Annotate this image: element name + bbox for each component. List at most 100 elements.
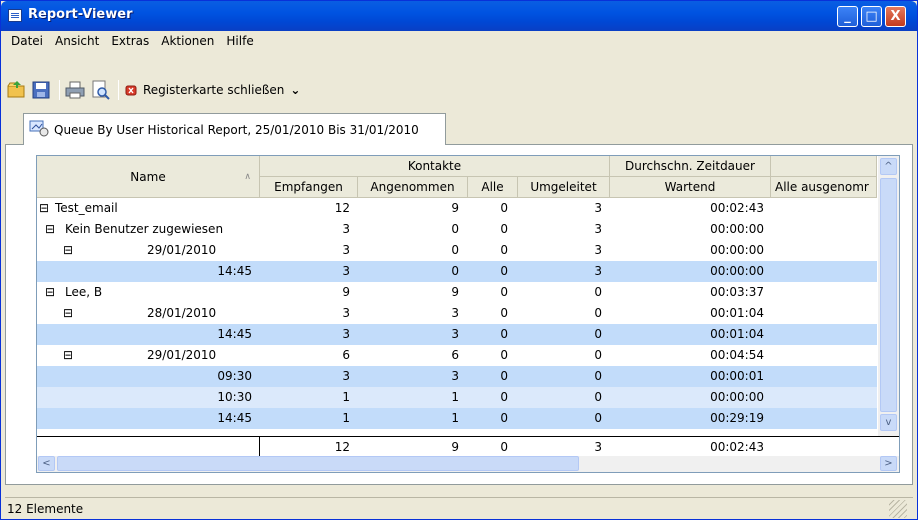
collapse-toggle-icon[interactable]: ⊟ [63,240,75,261]
cell-wartend: 00:00:00 [710,390,764,404]
cell-alle: 0 [500,222,508,236]
table-row[interactable]: ⊟ 29/01/2010 3 0 0 3 00:00:00 [37,240,877,261]
menu-datei[interactable]: Datei [5,34,49,52]
collapse-toggle-icon[interactable]: ⊟ [63,345,75,366]
total-alle: 0 [500,440,508,454]
cell-wartend: 00:00:01 [710,369,764,383]
cell-empfangen: 3 [342,264,350,278]
column-header-name[interactable]: Name ∧ [37,156,260,198]
cell-name: 14:45 [217,264,252,278]
collapse-toggle-icon[interactable]: ⊟ [45,219,57,240]
cell-angenommen: 3 [451,327,459,341]
cell-empfangen: 3 [342,306,350,320]
scroll-right-button[interactable]: > [880,456,897,471]
scroll-left-button[interactable]: < [38,456,55,471]
table-row[interactable]: ⊟ Lee, B 9 9 0 0 00:03:37 [37,282,877,303]
print-preview-icon[interactable] [89,79,111,101]
open-icon[interactable] [5,79,27,101]
horizontal-scrollbar[interactable]: < > [37,456,899,472]
table-row[interactable]: 14:45 3 3 0 0 00:01:04 [37,324,877,345]
cell-angenommen: 9 [451,285,459,299]
group-header-blank [771,156,877,177]
tab-label: Queue By User Historical Report, 25/01/2… [54,122,419,137]
save-icon[interactable] [30,79,52,101]
report-grid: Name ∧ Kontakte Durchschn. Zeitdauer Emp… [36,155,900,473]
toolbar-separator [59,80,60,100]
cell-angenommen: 9 [451,201,459,215]
menu-extras[interactable]: Extras [105,34,155,52]
scroll-down-button[interactable]: v [880,414,897,431]
title-bar[interactable]: Report-Viewer _ □ X [1,1,917,31]
cell-empfangen: 3 [342,222,350,236]
table-row[interactable]: 09:30 3 3 0 0 00:00:01 [37,366,877,387]
column-header-alle[interactable]: Alle [468,177,518,198]
total-wartend: 00:02:43 [710,440,764,454]
cell-empfangen: 1 [342,390,350,404]
minimize-button[interactable]: _ [837,6,858,27]
cell-wartend: 00:29:19 [710,411,764,425]
vertical-scroll-thumb[interactable] [880,178,897,412]
close-tab-icon[interactable] [123,79,139,101]
column-header-wartend[interactable]: Wartend [610,177,771,198]
table-row[interactable]: 14:45 1 1 0 0 00:29:19 [37,408,877,429]
cell-wartend: 00:00:00 [710,243,764,257]
menu-aktionen[interactable]: Aktionen [155,34,220,52]
cell-name: 09:30 [217,369,252,383]
table-row[interactable]: ⊟ 28/01/2010 3 3 0 0 00:01:04 [37,303,877,324]
column-header-alle-ausgenommen[interactable]: Alle ausgenomr [771,177,877,198]
tab-strip: Queue By User Historical Report, 25/01/2… [5,111,913,145]
column-header-angenommen[interactable]: Angenommen [358,177,468,198]
close-tab-button[interactable]: Registerkarte schließen [143,83,284,97]
vertical-scrollbar[interactable]: ^ v [878,156,899,436]
cell-umgeleitet: 3 [594,201,602,215]
resize-grip[interactable] [889,500,907,518]
status-bar: 12 Elemente [5,497,913,519]
cell-umgeleitet: 0 [594,327,602,341]
cell-wartend: 00:04:54 [710,348,764,362]
status-text: 12 Elemente [7,502,84,516]
table-row[interactable]: ⊟ 29/01/2010 6 6 0 0 00:04:54 [37,345,877,366]
close-button[interactable]: X [885,6,906,27]
column-header-umgeleitet[interactable]: Umgeleitet [518,177,610,198]
table-row[interactable]: 10:30 1 1 0 0 00:00:00 [37,387,877,408]
total-empfangen: 12 [334,440,350,454]
group-header-kontakte: Kontakte [260,156,610,177]
cell-name: Lee, B [65,285,103,299]
cell-angenommen: 0 [451,222,459,236]
table-row[interactable]: ⊟ Test_email 12 9 0 3 00:02:43 [37,198,877,219]
cell-angenommen: 3 [451,306,459,320]
cell-wartend: 00:00:00 [710,222,764,236]
toolbar: Registerkarte schließen ⌄ [5,77,300,103]
report-viewer-icon [8,9,22,22]
table-row[interactable]: ⊟ Kein Benutzer zugewiesen 3 0 0 3 00:00:00 [37,219,877,240]
cell-empfangen: 12 [334,201,350,215]
menu-hilfe[interactable]: Hilfe [220,34,259,52]
cell-wartend: 00:03:37 [710,285,764,299]
table-row[interactable]: 14:45 3 0 0 3 00:00:00 [37,261,877,282]
tab-report[interactable]: Queue By User Historical Report, 25/01/2… [23,113,446,145]
horizontal-scroll-thumb[interactable] [57,456,579,471]
cell-umgeleitet: 0 [594,306,602,320]
cell-name: Test_email [55,201,118,215]
cell-name: 14:45 [217,411,252,425]
cell-alle: 0 [500,285,508,299]
toolbar-dropdown-arrow[interactable]: ⌄ [290,83,300,97]
collapse-toggle-icon[interactable]: ⊟ [63,303,75,324]
scroll-up-button[interactable]: ^ [880,158,897,175]
cell-umgeleitet: 0 [594,285,602,299]
cell-angenommen: 1 [451,390,459,404]
cell-empfangen: 3 [342,243,350,257]
report-viewer-window: Report-Viewer _ □ X Datei Ansicht Extras… [0,0,918,520]
cell-alle: 0 [500,369,508,383]
cell-umgeleitet: 3 [594,264,602,278]
cell-alle: 0 [500,411,508,425]
collapse-toggle-icon[interactable]: ⊟ [39,198,51,219]
maximize-button[interactable]: □ [861,6,882,27]
print-icon[interactable] [64,79,86,101]
collapse-toggle-icon[interactable]: ⊟ [45,282,57,303]
menu-ansicht[interactable]: Ansicht [49,34,105,52]
cell-angenommen: 6 [451,348,459,362]
total-angenommen: 9 [451,440,459,454]
column-header-empfangen[interactable]: Empfangen [260,177,358,198]
report-icon [28,118,50,141]
